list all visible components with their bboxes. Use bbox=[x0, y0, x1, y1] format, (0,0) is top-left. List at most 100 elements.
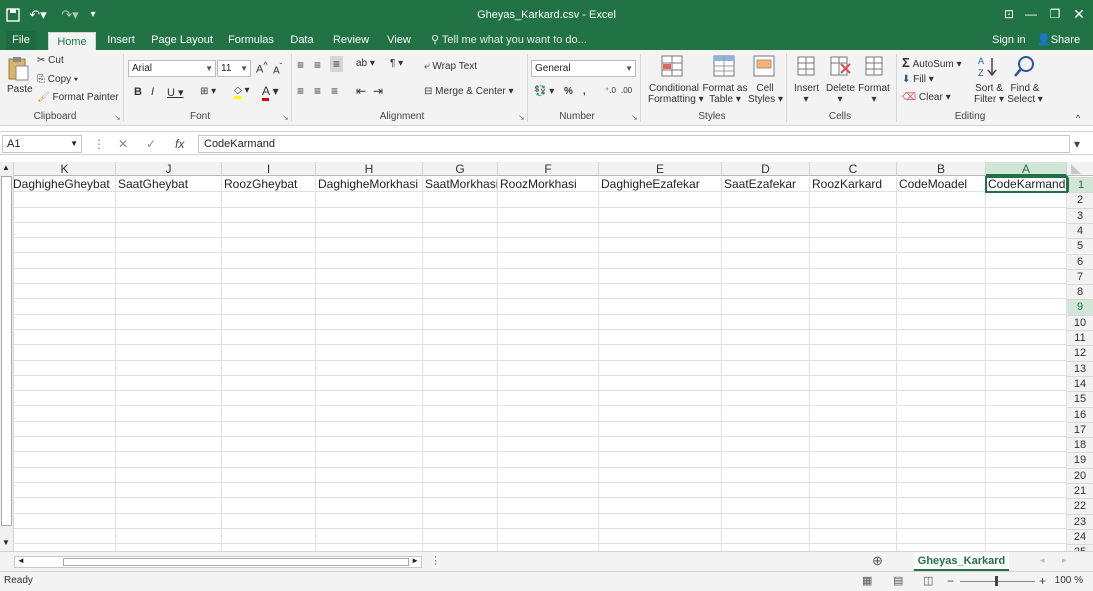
cell-k21[interactable] bbox=[14, 483, 116, 499]
cell-d19[interactable] bbox=[722, 452, 810, 468]
cell-d21[interactable] bbox=[722, 483, 810, 499]
minimize-button[interactable]: — bbox=[1020, 4, 1042, 24]
cell-i5[interactable] bbox=[222, 238, 316, 254]
cell-a19[interactable] bbox=[986, 452, 1067, 468]
scroll-down-icon[interactable]: ▼ bbox=[2, 538, 10, 547]
row-header-25[interactable]: 25 bbox=[1067, 544, 1093, 551]
sort-filter-icon[interactable]: AZ bbox=[976, 54, 1002, 80]
cell-j11[interactable] bbox=[116, 330, 222, 346]
font-launcher-icon[interactable]: ↘ bbox=[282, 113, 289, 122]
cell-g19[interactable] bbox=[423, 452, 498, 468]
cell-j12[interactable] bbox=[116, 345, 222, 361]
cell-b22[interactable] bbox=[897, 498, 986, 514]
cell-d4[interactable] bbox=[722, 222, 810, 239]
cell-h13[interactable] bbox=[316, 360, 423, 376]
row-header-21[interactable]: 21 bbox=[1067, 483, 1093, 499]
cell-g15[interactable] bbox=[423, 391, 498, 407]
cell-g25[interactable] bbox=[423, 544, 498, 551]
cell-j10[interactable] bbox=[116, 314, 222, 330]
cancel-icon[interactable]: ✕ bbox=[118, 135, 128, 153]
cell-a15[interactable] bbox=[986, 391, 1067, 407]
format-painter-button[interactable]: 🖌 Format Painter bbox=[37, 92, 119, 103]
text-direction-icon[interactable]: ¶ ▾ bbox=[390, 58, 403, 69]
cell-i23[interactable] bbox=[222, 513, 316, 529]
cell-f12[interactable] bbox=[498, 345, 599, 361]
cell-c3[interactable] bbox=[810, 207, 897, 223]
alignment-launcher-icon[interactable]: ↘ bbox=[518, 113, 525, 122]
row-header-3[interactable]: 3 bbox=[1067, 207, 1093, 223]
cell-i2[interactable] bbox=[222, 192, 316, 208]
formula-input[interactable]: CodeKarmand bbox=[198, 135, 1070, 153]
cell-f4[interactable] bbox=[498, 222, 599, 239]
underline-icon[interactable]: U ▾ bbox=[167, 86, 184, 99]
paste-button[interactable]: Paste bbox=[7, 84, 33, 95]
row-header-10[interactable]: 10 bbox=[1067, 314, 1093, 330]
cell-j18[interactable] bbox=[116, 437, 222, 453]
cell-b7[interactable] bbox=[897, 268, 986, 285]
cell-f3[interactable] bbox=[498, 207, 599, 223]
cell-h3[interactable] bbox=[316, 207, 423, 223]
cell-i20[interactable] bbox=[222, 467, 316, 483]
cell-f19[interactable] bbox=[498, 452, 599, 468]
cell-d15[interactable] bbox=[722, 391, 810, 407]
cell-d11[interactable] bbox=[722, 330, 810, 346]
cell-g6[interactable] bbox=[423, 253, 498, 269]
cell-a12[interactable] bbox=[986, 345, 1067, 361]
cell-c5[interactable] bbox=[810, 238, 897, 254]
cell-a21[interactable] bbox=[986, 483, 1067, 499]
cell-c14[interactable] bbox=[810, 375, 897, 392]
cell-h16[interactable] bbox=[316, 406, 423, 422]
cell-f18[interactable] bbox=[498, 437, 599, 453]
tab-view[interactable]: View bbox=[383, 31, 415, 50]
cell-k9[interactable] bbox=[14, 299, 116, 315]
cell-a1[interactable]: CodeKarmand bbox=[985, 175, 1068, 194]
cell-k18[interactable] bbox=[14, 437, 116, 453]
cell-i15[interactable] bbox=[222, 391, 316, 407]
cell-e5[interactable] bbox=[599, 238, 722, 254]
cell-d10[interactable] bbox=[722, 314, 810, 330]
cell-b11[interactable] bbox=[897, 330, 986, 346]
cell-g14[interactable] bbox=[423, 375, 498, 392]
column-header-h[interactable]: H bbox=[316, 162, 423, 176]
cell-b23[interactable] bbox=[897, 513, 986, 529]
cell-c18[interactable] bbox=[810, 437, 897, 453]
cell-i13[interactable] bbox=[222, 360, 316, 376]
cell-b13[interactable] bbox=[897, 360, 986, 376]
close-button[interactable]: ✕ bbox=[1068, 4, 1090, 24]
cell-d20[interactable] bbox=[722, 467, 810, 483]
scroll-thumb[interactable] bbox=[1, 176, 12, 526]
cell-h15[interactable] bbox=[316, 391, 423, 407]
cell-a11[interactable] bbox=[986, 330, 1067, 346]
cell-e6[interactable] bbox=[599, 253, 722, 269]
cell-b8[interactable] bbox=[897, 284, 986, 300]
cell-k4[interactable] bbox=[14, 222, 116, 239]
number-launcher-icon[interactable]: ↘ bbox=[631, 113, 638, 122]
cell-c8[interactable] bbox=[810, 284, 897, 300]
cell-a10[interactable] bbox=[986, 314, 1067, 330]
cell-g17[interactable] bbox=[423, 421, 498, 438]
cell-j13[interactable] bbox=[116, 360, 222, 376]
ribbon-display-options-icon[interactable]: ⊡ bbox=[998, 4, 1020, 24]
cell-h6[interactable] bbox=[316, 253, 423, 269]
column-header-a[interactable]: A bbox=[986, 162, 1067, 176]
italic-icon[interactable]: I bbox=[151, 86, 154, 98]
cell-k12[interactable] bbox=[14, 345, 116, 361]
cell-b4[interactable] bbox=[897, 222, 986, 239]
insert-button[interactable]: Insert ▾ bbox=[794, 83, 819, 105]
cell-j24[interactable] bbox=[116, 528, 222, 545]
cell-b5[interactable] bbox=[897, 238, 986, 254]
merge-center-button[interactable]: ⊟ Merge & Center ▾ bbox=[424, 86, 514, 97]
tab-page-layout[interactable]: Page Layout bbox=[150, 31, 214, 50]
zoom-out-icon[interactable]: − bbox=[947, 574, 954, 588]
cell-i9[interactable] bbox=[222, 299, 316, 315]
insert-function-icon[interactable]: fx bbox=[175, 135, 184, 153]
comma-icon[interactable]: , bbox=[583, 86, 586, 97]
cell-g12[interactable] bbox=[423, 345, 498, 361]
cell-f13[interactable] bbox=[498, 360, 599, 376]
align-right-icon[interactable]: ≡ bbox=[331, 84, 338, 98]
cell-e1[interactable]: DaghigheEzafekar bbox=[599, 177, 722, 193]
row-header-19[interactable]: 19 bbox=[1067, 452, 1093, 468]
cell-i21[interactable] bbox=[222, 483, 316, 499]
cell-j3[interactable] bbox=[116, 207, 222, 223]
delete-cells-icon[interactable] bbox=[828, 54, 852, 80]
